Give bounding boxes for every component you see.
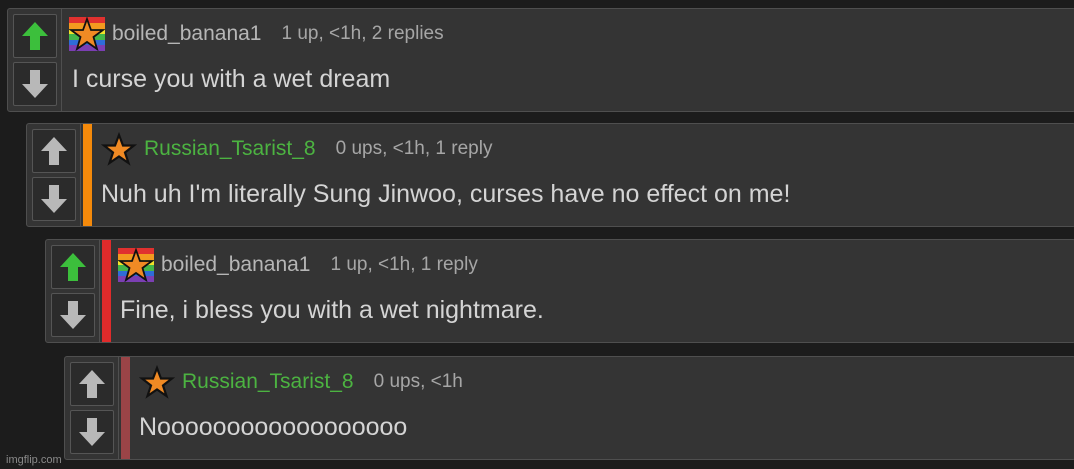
username[interactable]: Russian_Tsarist_8	[144, 137, 316, 161]
comment-meta: 0 ups, <1h, 1 reply	[335, 138, 493, 159]
comment-meta: 0 ups, <1h	[373, 371, 463, 392]
comment: boiled_banana1 1 up, <1h, 2 replies I cu…	[7, 8, 1074, 112]
downvote-button[interactable]	[70, 410, 114, 454]
downvote-button[interactable]	[13, 62, 57, 106]
upvote-button[interactable]	[32, 129, 76, 173]
star-icon	[101, 132, 137, 166]
avatar[interactable]	[118, 248, 154, 282]
arrow-up-icon	[41, 137, 67, 165]
arrow-down-icon	[41, 185, 67, 213]
arrow-up-icon	[60, 253, 86, 281]
avatar[interactable]	[139, 365, 175, 399]
arrow-down-icon	[79, 418, 105, 446]
arrow-up-icon	[79, 370, 105, 398]
comment-meta: 1 up, <1h, 2 replies	[281, 23, 444, 44]
comment-text: I curse you with a wet dream	[72, 65, 391, 93]
thread-bar	[83, 124, 92, 226]
comment-reply: Russian_Tsarist_8 0 ups, <1h Noooooooooo…	[64, 356, 1074, 460]
comment-header: boiled_banana1 1 up, <1h, 2 replies	[69, 17, 444, 51]
comment-reply: boiled_banana1 1 up, <1h, 1 reply Fine, …	[45, 239, 1074, 343]
avatar[interactable]	[101, 132, 137, 166]
upvote-button[interactable]	[70, 362, 114, 406]
vote-column	[65, 357, 119, 459]
comment-header: boiled_banana1 1 up, <1h, 1 reply	[118, 248, 478, 282]
downvote-button[interactable]	[32, 177, 76, 221]
downvote-button[interactable]	[51, 293, 95, 337]
comment-text: Nuh uh I'm literally Sung Jinwoo, curses…	[101, 180, 791, 208]
upvote-button[interactable]	[13, 14, 57, 58]
comment-header: Russian_Tsarist_8 0 ups, <1h, 1 reply	[101, 132, 492, 166]
watermark: imgflip.com	[6, 454, 62, 466]
username[interactable]: boiled_banana1	[161, 253, 310, 277]
thread-bar	[102, 240, 111, 342]
vote-column	[46, 240, 100, 342]
vote-column	[8, 9, 62, 111]
username[interactable]: Russian_Tsarist_8	[182, 370, 354, 394]
upvote-button[interactable]	[51, 245, 95, 289]
rainbow-star-icon	[69, 17, 105, 51]
thread-bar	[121, 357, 130, 459]
arrow-down-icon	[22, 70, 48, 98]
rainbow-star-icon	[118, 248, 154, 282]
comment-text: Fine, i bless you with a wet nightmare.	[120, 296, 544, 324]
comment-text: Noooooooooooooooooo	[139, 413, 408, 441]
username[interactable]: boiled_banana1	[112, 22, 261, 46]
comment-meta: 1 up, <1h, 1 reply	[330, 254, 478, 275]
arrow-down-icon	[60, 301, 86, 329]
comment-reply: Russian_Tsarist_8 0 ups, <1h, 1 reply Nu…	[26, 123, 1074, 227]
avatar[interactable]	[69, 17, 105, 51]
star-icon	[139, 365, 175, 399]
vote-column	[27, 124, 81, 226]
arrow-up-icon	[22, 22, 48, 50]
comment-header: Russian_Tsarist_8 0 ups, <1h	[139, 365, 463, 399]
